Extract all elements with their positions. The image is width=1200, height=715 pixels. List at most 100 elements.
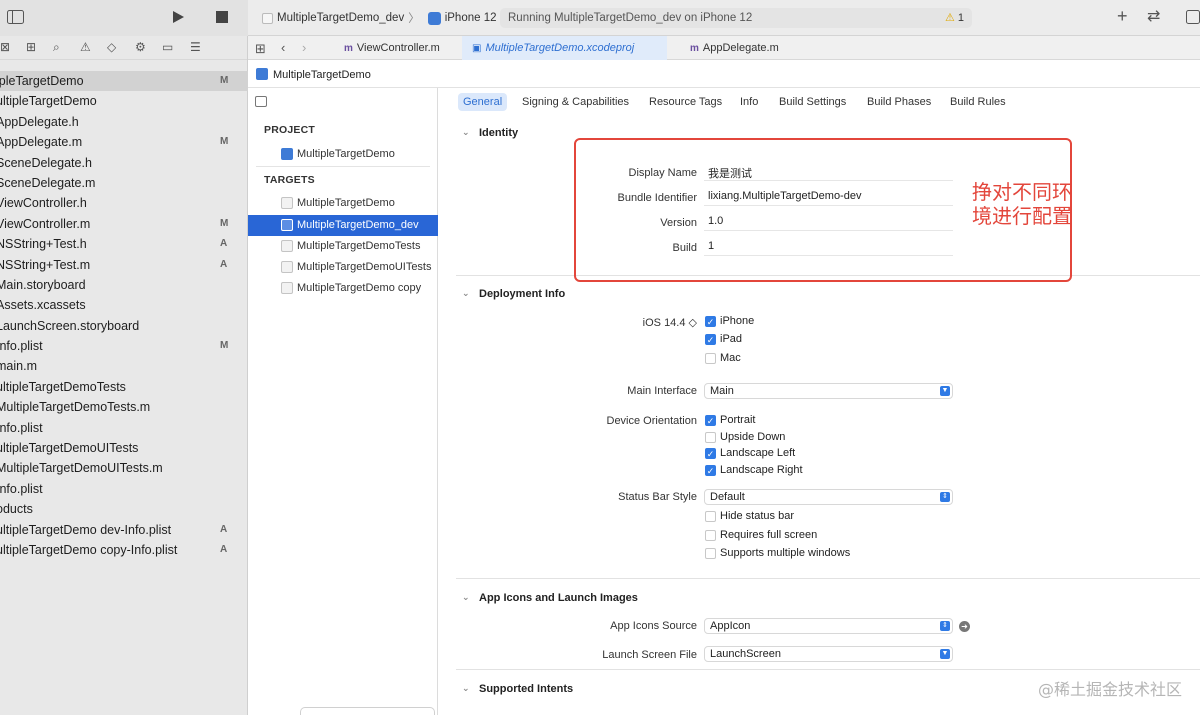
navigator-item[interactable]: Info.plist: [0, 479, 248, 499]
hide-targets-icon[interactable]: [255, 96, 267, 107]
sidebar-toggle-icon[interactable]: [7, 10, 24, 27]
navigator-item-label: oducts: [0, 502, 33, 517]
tab-appdelegate[interactable]: m AppDelegate.m: [680, 36, 789, 60]
target-item[interactable]: MultipleTargetDemoTests: [248, 236, 438, 257]
navigator-item[interactable]: AppDelegate.m M: [0, 132, 248, 152]
activity-status: Running MultipleTargetDemo_dev on iPhone…: [508, 12, 753, 24]
orientation-landscape-right-checkbox[interactable]: ✓ Landscape Right: [705, 464, 803, 478]
stop-icon[interactable]: [216, 11, 228, 26]
navigator-item[interactable]: main.m: [0, 356, 248, 376]
add-icon[interactable]: +: [1117, 7, 1128, 25]
navigator-item[interactable]: Info.plist: [0, 418, 248, 438]
divider: [456, 578, 1200, 579]
watermark: @稀土掘金技术社区: [1037, 680, 1182, 699]
identity-section-header[interactable]: ⌄ Identity: [462, 127, 518, 139]
chevron-down-icon: ⌄: [462, 288, 470, 298]
navigator-item[interactable]: ultipleTargetDemoUITests: [0, 438, 248, 458]
checkbox-box: [705, 511, 716, 522]
navigator-file-list: ipleTargetDemo MultipleTargetDemo AppDeleg…: [0, 71, 248, 560]
filter-field[interactable]: [300, 707, 435, 715]
navigator-item[interactable]: LaunchScreen.storyboard: [0, 316, 248, 336]
navigator-item-label: Assets.xcassets: [0, 298, 86, 313]
checkbox-label: Supports multiple windows: [720, 547, 851, 559]
hide-status-bar-checkbox[interactable]: Hide status bar: [705, 510, 794, 524]
tab-xcodeproj[interactable]: ▣ MultipleTargetDemo.xcodeproj: [462, 36, 667, 60]
tab-build-rules[interactable]: Build Rules: [945, 93, 1011, 111]
issue-icon[interactable]: ⚠: [80, 40, 91, 54]
ios-version-selector[interactable]: iOS 14.4 ◇: [643, 316, 697, 329]
navigator-item[interactable]: SceneDelegate.m: [0, 173, 248, 193]
navigator-item[interactable]: Info.plist M: [0, 336, 248, 356]
tab-build-settings[interactable]: Build Settings: [774, 93, 851, 111]
navigator-tabs: ⊠ ⊞ ⌕ ⚠ ◇ ⚙ ▭ ☰: [0, 36, 247, 60]
requires-full-screen-checkbox[interactable]: Requires full screen: [705, 529, 817, 543]
project-navigator-icon[interactable]: ⊠: [0, 40, 10, 54]
device-iphone-checkbox[interactable]: ✓ iPhone: [705, 315, 754, 329]
main-interface-combo[interactable]: Main ▼: [704, 383, 953, 399]
status-bar-style-popup[interactable]: Default ⇕: [704, 489, 953, 505]
navigator-item[interactable]: AppDelegate.h: [0, 112, 248, 132]
navigator-item[interactable]: ViewController.m M: [0, 214, 248, 234]
chevron-down-icon: ⌄: [462, 683, 470, 693]
app-icons-section-header[interactable]: ⌄ App Icons and Launch Images: [462, 592, 638, 604]
navigator-item[interactable]: SceneDelegate.h: [0, 153, 248, 173]
navigator-item[interactable]: NSString+Test.m A: [0, 255, 248, 275]
target-item[interactable]: MultipleTargetDemoUITests: [248, 257, 438, 278]
scheme-selector[interactable]: MultipleTargetDemo_dev 〉 iPhone 12: [262, 10, 497, 26]
target-item[interactable]: MultipleTargetDemo copy: [248, 278, 438, 299]
tab-resource-tags[interactable]: Resource Tags: [644, 93, 727, 111]
target-item[interactable]: MultipleTargetDemo: [248, 193, 438, 214]
navigator-item[interactable]: ipleTargetDemo M: [0, 71, 248, 92]
navigator-item[interactable]: MultipleTargetDemoUITests.m: [0, 458, 248, 478]
navigator-item[interactable]: oducts: [0, 499, 248, 519]
warning-badge[interactable]: ⚠ 1: [945, 11, 964, 24]
project-item[interactable]: MultipleTargetDemo: [248, 144, 438, 165]
project-label: MultipleTargetDemo: [297, 148, 395, 160]
target-label: MultipleTargetDemoUITests: [297, 261, 432, 273]
launch-screen-combo[interactable]: LaunchScreen ▼: [704, 646, 953, 662]
inspector-toggle-icon[interactable]: [1186, 10, 1200, 27]
navigator-item[interactable]: MultipleTargetDemoTests.m: [0, 397, 248, 417]
navigator-item[interactable]: ultipleTargetDemo copy-Info.plist A: [0, 540, 248, 560]
navigator-item-label: NSString+Test.h: [0, 237, 87, 252]
section-title: Deployment Info: [479, 288, 566, 300]
orientation-portrait-checkbox[interactable]: ✓ Portrait: [705, 414, 755, 428]
navigator-item[interactable]: ViewController.h: [0, 193, 248, 213]
go-arrow-icon[interactable]: ➜: [959, 621, 970, 632]
source-control-icon[interactable]: ⊞: [26, 40, 36, 54]
navigator-item[interactable]: Assets.xcassets: [0, 295, 248, 315]
tab-general[interactable]: General: [458, 93, 508, 111]
orientation-landscape-left-checkbox[interactable]: ✓ Landscape Left: [705, 447, 795, 461]
tab-build-phases[interactable]: Build Phases: [862, 93, 936, 111]
navigator-item[interactable]: NSString+Test.h A: [0, 234, 248, 254]
forward-icon[interactable]: ›: [302, 40, 306, 55]
find-icon[interactable]: ⌕: [53, 40, 60, 55]
intents-section-header[interactable]: ⌄ Supported Intents: [462, 683, 573, 695]
tab-viewcontroller[interactable]: m ViewController.m: [334, 36, 450, 60]
navigator-item[interactable]: Main.storyboard: [0, 275, 248, 295]
breadcrumb[interactable]: MultipleTargetDemo: [248, 61, 1200, 88]
navigator-item-label: Main.storyboard: [0, 277, 86, 292]
device-mac-checkbox[interactable]: Mac: [705, 352, 741, 366]
breakpoint-icon[interactable]: ▭: [162, 40, 173, 54]
target-item-selected[interactable]: MultipleTargetDemo_dev: [248, 215, 438, 236]
checkbox-box: [705, 353, 716, 364]
debug-icon[interactable]: ⚙: [135, 40, 146, 54]
navigator-item[interactable]: ultipleTargetDemo: [0, 91, 248, 111]
run-icon[interactable]: [171, 10, 185, 27]
report-icon[interactable]: ☰: [190, 40, 201, 54]
app-icons-source-popup[interactable]: AppIcon ⇕: [704, 618, 953, 634]
swap-icon[interactable]: ⇄: [1147, 9, 1160, 25]
tab-signing[interactable]: Signing & Capabilities: [517, 93, 634, 111]
navigator-item[interactable]: ultipleTargetDemo dev-Info.plist A: [0, 520, 248, 540]
tab-info[interactable]: Info: [735, 93, 763, 111]
test-icon[interactable]: ◇: [107, 40, 116, 54]
orientation-upside-down-checkbox[interactable]: Upside Down: [705, 431, 785, 445]
multiple-windows-checkbox[interactable]: Supports multiple windows: [705, 547, 850, 561]
grid-icon[interactable]: ⊞: [255, 41, 266, 56]
navigator-item[interactable]: ultipleTargetDemoTests: [0, 377, 248, 397]
back-icon[interactable]: ‹: [281, 40, 285, 55]
navigator-item-label: Info.plist: [0, 339, 43, 354]
deployment-section-header[interactable]: ⌄ Deployment Info: [462, 288, 566, 300]
device-ipad-checkbox[interactable]: ✓ iPad: [705, 333, 742, 347]
